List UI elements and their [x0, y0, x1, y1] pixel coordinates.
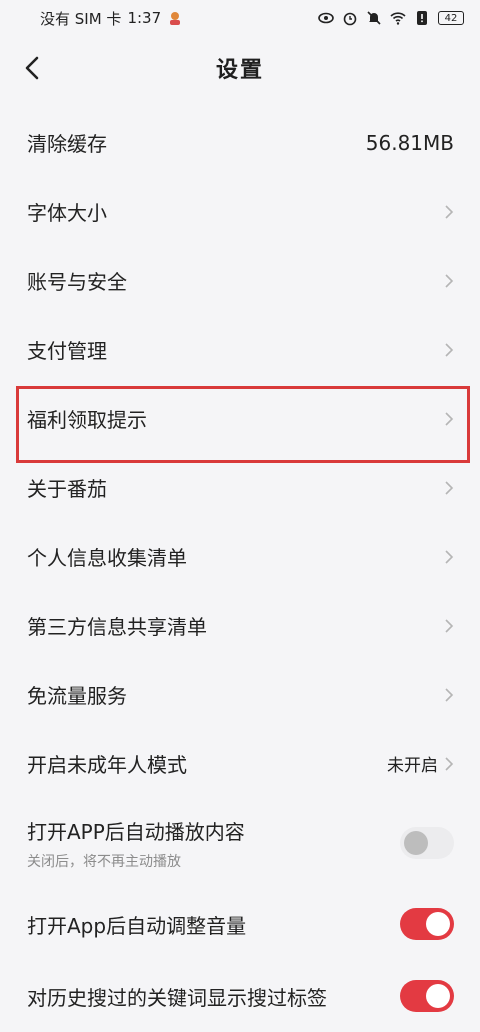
autoplay-subtitle: 关闭后，将不再主动播放	[27, 853, 181, 870]
chevron-right-icon	[445, 618, 454, 633]
clock-text: 1:37	[127, 9, 162, 27]
toggle-knob	[404, 831, 428, 855]
chevron-right-icon	[445, 342, 454, 357]
chevron-right-icon	[445, 204, 454, 219]
toggle-knob	[426, 984, 450, 1008]
mute-icon	[367, 11, 381, 25]
auto-volume-toggle[interactable]	[400, 908, 454, 940]
carrier-text: 没有 SIM 卡	[40, 9, 122, 28]
clear-cache-label: 清除缓存	[27, 132, 107, 156]
minor-mode-status: 未开启	[387, 756, 438, 776]
autoplay-row: 打开APP后自动播放内容 关闭后，将不再主动播放	[0, 798, 480, 888]
free-data-row[interactable]: 免流量服务	[0, 660, 480, 729]
about-label: 关于番茄	[27, 477, 107, 501]
welfare-tips-row[interactable]: 福利领取提示	[0, 384, 480, 453]
back-button[interactable]	[12, 48, 52, 88]
auto-volume-label: 打开App后自动调整音量	[27, 913, 247, 938]
autoplay-toggle[interactable]	[400, 827, 454, 859]
autoplay-text: 打开APP后自动播放内容 关闭后，将不再主动播放	[27, 816, 245, 871]
chevron-right-icon	[445, 687, 454, 702]
auto-volume-row: 打开App后自动调整音量	[0, 888, 480, 960]
account-security-row[interactable]: 账号与安全	[0, 246, 480, 315]
minor-mode-trailing: 未开启	[387, 751, 454, 776]
cache-size-value: 56.81MB	[365, 130, 454, 155]
status-left: 没有 SIM 卡 1:37	[40, 8, 183, 29]
chevron-right-icon	[445, 756, 454, 771]
page-title: 设置	[215, 58, 264, 83]
font-size-row[interactable]: 字体大小	[0, 177, 480, 246]
chevron-right-icon	[445, 549, 454, 564]
free-data-label: 免流量服务	[27, 684, 127, 708]
eye-icon	[318, 12, 334, 24]
search-history-tags-toggle[interactable]	[400, 980, 454, 1012]
minor-mode-label: 开启未成年人模式	[27, 753, 187, 777]
font-size-label: 字体大小	[27, 201, 107, 225]
avatar-notification-icon	[170, 12, 181, 25]
autoplay-label: 打开APP后自动播放内容	[27, 819, 245, 844]
chevron-right-icon	[445, 411, 454, 426]
chevron-right-icon	[445, 480, 454, 495]
status-bar: 没有 SIM 卡 1:37 42	[0, 0, 480, 36]
account-security-label: 账号与安全	[27, 270, 127, 294]
third-party-list-label: 第三方信息共享清单	[27, 615, 207, 639]
search-history-tags-label: 对历史搜过的关键词显示搜过标签	[27, 985, 327, 1010]
wifi-icon	[390, 12, 406, 25]
search-history-tags-row: 对历史搜过的关键词显示搜过标签	[0, 960, 480, 1032]
chevron-right-icon	[445, 273, 454, 288]
minor-mode-row[interactable]: 开启未成年人模式 未开启	[0, 729, 480, 798]
about-row[interactable]: 关于番茄	[0, 453, 480, 522]
header: 设置	[0, 40, 480, 96]
chevron-left-icon	[25, 56, 39, 80]
payment-label: 支付管理	[27, 339, 107, 363]
settings-list: 清除缓存 56.81MB 字体大小 账号与安全 支付管理 福利领取提示 关于番茄…	[0, 108, 480, 1032]
welfare-tips-label: 福利领取提示	[27, 408, 147, 432]
alert-icon	[417, 11, 427, 25]
third-party-list-row[interactable]: 第三方信息共享清单	[0, 591, 480, 660]
battery-icon: 42	[438, 11, 464, 25]
alarm-icon	[343, 12, 357, 26]
status-right: 42	[318, 10, 464, 26]
payment-row[interactable]: 支付管理	[0, 315, 480, 384]
toggle-knob	[426, 912, 450, 936]
clear-cache-row[interactable]: 清除缓存 56.81MB	[0, 108, 480, 177]
personal-info-list-label: 个人信息收集清单	[27, 546, 187, 570]
personal-info-list-row[interactable]: 个人信息收集清单	[0, 522, 480, 591]
